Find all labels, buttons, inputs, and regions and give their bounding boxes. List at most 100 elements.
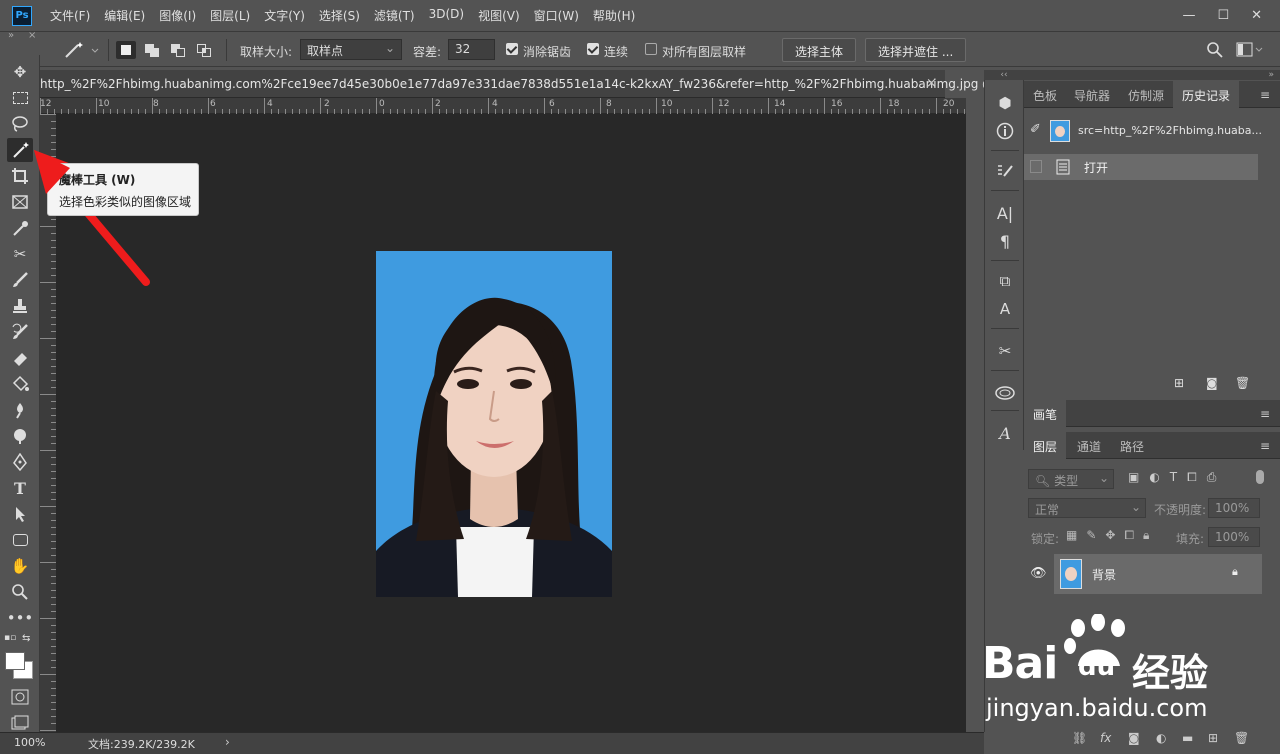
menu-layer[interactable]: 图层(L)	[210, 7, 250, 24]
tool-presets-icon[interactable]: ✂	[993, 340, 1017, 362]
document-tab[interactable]: http_%2F%2Fhbimg.huabanimg.com%2Fce19ee7…	[40, 70, 1025, 98]
eye-visibility-icon[interactable]: 👁︎	[1030, 566, 1047, 581]
tab-history[interactable]: 历史记录	[1173, 81, 1240, 108]
tab-brush[interactable]: 画笔	[1024, 400, 1067, 427]
intersect-selection-button[interactable]	[194, 41, 214, 59]
search-icon[interactable]	[1206, 41, 1224, 59]
glyphs-icon[interactable]: A	[993, 422, 1017, 444]
antialias-checkbox[interactable]	[506, 43, 518, 55]
delete-layer-icon[interactable]: 🗑	[1234, 731, 1249, 745]
fx-icon[interactable]: fx	[1100, 731, 1111, 745]
new-layer-icon[interactable]: ⊞	[1208, 731, 1218, 745]
menu-help[interactable]: 帮助(H)	[593, 7, 635, 24]
layer-filter-select[interactable]: 🔍︎ 类型 ⌄	[1028, 469, 1114, 489]
foreground-color-swatch[interactable]	[5, 652, 25, 670]
default-colors-icon[interactable]: ▪▫	[4, 633, 16, 643]
brush-settings-icon[interactable]	[993, 160, 1017, 182]
info-icon[interactable]	[993, 120, 1017, 142]
new-group-icon[interactable]: ▬	[1182, 731, 1193, 745]
lock-icons[interactable]: ▦✎✥⧠🔒︎	[1066, 528, 1158, 543]
trash-icon[interactable]: 🗑	[1235, 376, 1250, 390]
tab-clone-source[interactable]: 仿制源	[1119, 81, 1173, 108]
paint-bucket-tool-icon[interactable]	[7, 372, 33, 396]
move-tool-icon[interactable]: ✥	[7, 60, 33, 84]
layer-row-background[interactable]: 👁︎ 背景 🔒︎	[1030, 554, 1262, 594]
collapse-icon[interactable]: »	[8, 30, 14, 41]
filter-toggle[interactable]	[1256, 470, 1264, 484]
menu-edit[interactable]: 编辑(E)	[104, 7, 145, 24]
brush-panel-menu-icon[interactable]: ≡	[1260, 407, 1270, 421]
pen-tool-icon[interactable]	[7, 450, 33, 474]
panels-collapse-icon[interactable]: »	[1024, 70, 1280, 80]
blend-mode-select[interactable]: 正常 ⌄	[1028, 498, 1146, 518]
menu-view[interactable]: 视图(V)	[478, 7, 520, 24]
select-subject-button[interactable]: 选择主体	[782, 38, 857, 62]
tab-swatches[interactable]: 色板	[1024, 81, 1066, 108]
tab-paths[interactable]: 路径	[1111, 432, 1153, 459]
dodge-tool-icon[interactable]	[7, 424, 33, 448]
hand-tool-icon[interactable]: ✋	[7, 554, 33, 578]
tolerance-input[interactable]: 32	[448, 39, 495, 60]
new-selection-button[interactable]	[116, 41, 136, 59]
dock-collapse-icon[interactable]: ‹‹	[984, 70, 1024, 80]
tool-preset-picker[interactable]	[60, 40, 100, 60]
character-icon[interactable]: A|	[993, 202, 1017, 224]
libraries-icon[interactable]	[993, 382, 1017, 404]
portrait-photo[interactable]	[376, 251, 612, 597]
all-layers-checkbox[interactable]	[645, 43, 657, 55]
menu-image[interactable]: 图像(I)	[159, 7, 196, 24]
close-document-icon[interactable]: ×	[926, 76, 937, 91]
menu-type[interactable]: 文字(Y)	[264, 7, 305, 24]
link-layers-icon[interactable]: ⛓	[1072, 731, 1087, 745]
status-menu-arrow[interactable]: ›	[225, 735, 230, 749]
subtract-selection-button[interactable]	[168, 41, 188, 59]
history-item-open[interactable]: 打开	[1024, 154, 1258, 180]
tab-navigator[interactable]: 导航器	[1065, 81, 1119, 108]
adjustment-layer-icon[interactable]: ◐	[1156, 731, 1166, 745]
select-and-mask-button[interactable]: 选择并遮住 ...	[865, 38, 967, 62]
contiguous-checkbox[interactable]	[587, 43, 599, 55]
sample-size-select[interactable]: 取样点 ⌄	[300, 39, 402, 60]
panel-menu-icon[interactable]: ≡	[1260, 88, 1270, 102]
fill-input[interactable]: 100%	[1208, 527, 1260, 547]
zoom-level[interactable]: 100%	[14, 736, 45, 749]
opacity-input[interactable]: 100%	[1208, 498, 1260, 518]
maximize-button[interactable]: ☐	[1217, 8, 1229, 23]
add-selection-button[interactable]	[142, 41, 162, 59]
history-snapshot-row[interactable]: ✐ src=http_%2F%2Fhbimg.huaba...	[1024, 118, 1262, 144]
quick-mask-icon[interactable]	[7, 685, 33, 709]
character-styles-icon[interactable]: A	[993, 298, 1017, 320]
menu-3d[interactable]: 3D(D)	[429, 7, 464, 24]
close-panel-icon[interactable]: ×	[28, 30, 36, 41]
tab-channels[interactable]: 通道	[1068, 432, 1110, 459]
blur-tool-icon[interactable]	[7, 398, 33, 422]
menu-file[interactable]: 文件(F)	[50, 7, 90, 24]
snapshot-camera-icon[interactable]: ◙	[1206, 376, 1218, 390]
menu-select[interactable]: 选择(S)	[319, 7, 360, 24]
rectangle-tool-icon[interactable]	[7, 528, 33, 552]
add-mask-icon[interactable]: ◙	[1128, 731, 1140, 745]
3d-cube-icon[interactable]: ⬢	[993, 92, 1017, 114]
paragraph-icon[interactable]: ¶	[993, 230, 1017, 252]
tab-layers[interactable]: 图层	[1024, 432, 1067, 459]
layer-filter-icons[interactable]: ▣◐T⧠⎙	[1128, 470, 1226, 485]
marquee-tool-icon[interactable]	[7, 86, 33, 110]
type-tool-icon[interactable]: T	[7, 476, 33, 500]
history-checkbox[interactable]	[1030, 160, 1042, 173]
layers-panel-menu-icon[interactable]: ≡	[1260, 439, 1270, 453]
menu-window[interactable]: 窗口(W)	[534, 7, 579, 24]
menu-filter[interactable]: 滤镜(T)	[374, 7, 415, 24]
new-document-from-state-icon[interactable]: ⊞	[1174, 376, 1184, 390]
history-brush-source-icon[interactable]: ✐	[1030, 122, 1041, 137]
path-selection-tool-icon[interactable]	[7, 502, 33, 526]
history-brush-tool-icon[interactable]	[7, 320, 33, 344]
paragraph-styles-icon[interactable]: ⧉	[993, 270, 1017, 292]
lasso-tool-icon[interactable]	[7, 112, 33, 136]
more-tools-icon[interactable]: •••	[7, 606, 34, 630]
minimize-button[interactable]: —	[1182, 8, 1195, 23]
zoom-tool-icon[interactable]	[7, 580, 33, 604]
workspace-icon[interactable]	[1236, 42, 1264, 58]
close-button[interactable]: ✕	[1251, 8, 1262, 23]
swap-colors-icon[interactable]: ⇆	[22, 633, 30, 644]
eraser-tool-icon[interactable]	[7, 346, 33, 370]
